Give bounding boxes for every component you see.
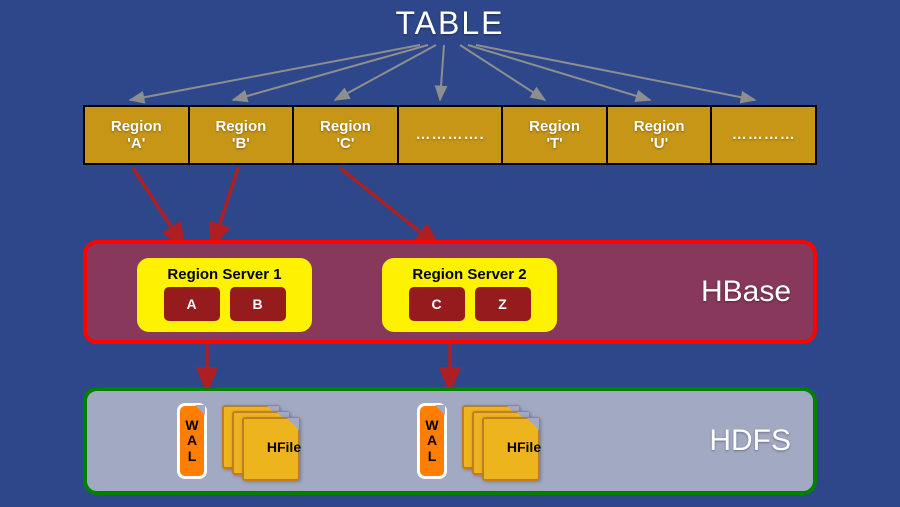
region-c: Region 'C' <box>294 107 399 163</box>
region-a: Region 'A' <box>85 107 190 163</box>
regions-row: Region 'A' Region 'B' Region 'C' …………. R… <box>83 105 817 165</box>
rs2-box-c: C <box>409 287 465 321</box>
hdfs-panel: HDFS WAL HFile WAL HFile <box>83 387 817 495</box>
region-label: Region <box>320 118 371 135</box>
hbase-label: HBase <box>701 275 791 309</box>
region-ellipsis-2: ………… <box>712 107 815 163</box>
region-server-2-boxes: C Z <box>386 287 553 321</box>
region-server-2: Region Server 2 C Z <box>382 258 557 332</box>
region-t: Region 'T' <box>503 107 608 163</box>
region-label: Region <box>111 118 162 135</box>
region-id: 'U' <box>650 135 668 152</box>
region-server-1: Region Server 1 A B <box>137 258 312 332</box>
wal-1: WAL <box>177 403 207 479</box>
region-ellipsis-1: …………. <box>399 107 504 163</box>
ellipsis: ………… <box>732 126 796 143</box>
rs1-box-b: B <box>230 287 286 321</box>
ellipsis: …………. <box>415 126 484 143</box>
region-b: Region 'B' <box>190 107 295 163</box>
hfile-2-label: HFile <box>494 439 554 455</box>
region-id: 'B' <box>232 135 250 152</box>
region-u: Region 'U' <box>608 107 713 163</box>
region-server-1-title: Region Server 1 <box>141 266 308 283</box>
region-id: 'A' <box>127 135 145 152</box>
region-server-1-boxes: A B <box>141 287 308 321</box>
hfile-stack-1: HFile <box>222 405 317 479</box>
region-label: Region <box>529 118 580 135</box>
hbase-panel: HBase Region Server 1 A B Region Server … <box>83 240 817 344</box>
region-label: Region <box>215 118 266 135</box>
hdfs-label: HDFS <box>709 424 791 458</box>
hfile-stack-2: HFile <box>462 405 557 479</box>
region-label: Region <box>634 118 685 135</box>
rs1-box-a: A <box>164 287 220 321</box>
region-id: 'C' <box>336 135 354 152</box>
wal-2: WAL <box>417 403 447 479</box>
region-id: 'T' <box>546 135 562 152</box>
region-server-2-title: Region Server 2 <box>386 266 553 283</box>
hfile-1-label: HFile <box>254 439 314 455</box>
title-table: TABLE <box>0 5 900 42</box>
rs2-box-z: Z <box>475 287 531 321</box>
